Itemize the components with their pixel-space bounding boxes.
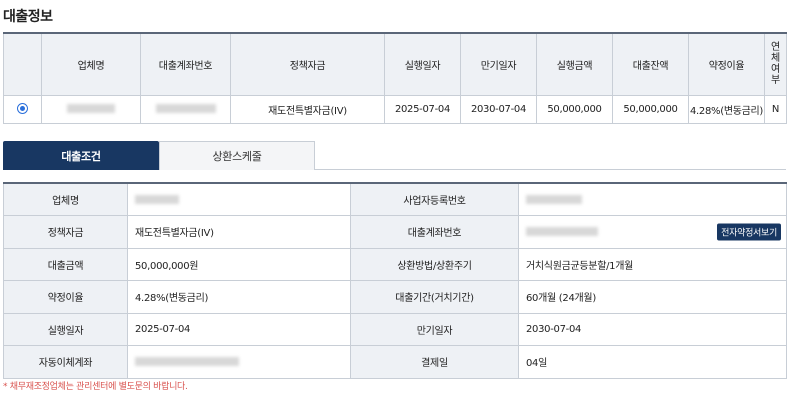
overdue-cell: N xyxy=(764,94,787,124)
biz-no-value xyxy=(518,182,787,216)
masked-biz-no xyxy=(526,194,582,204)
amount-label: 대출금액 xyxy=(3,247,128,281)
exec-amount-cell: 50,000,000 xyxy=(536,94,613,124)
masked-auto-account xyxy=(135,356,239,366)
header-rate: 약정이율 xyxy=(688,32,765,96)
pay-day-label: 결제일 xyxy=(350,345,519,379)
select-cell[interactable] xyxy=(3,94,42,124)
auto-account-value xyxy=(127,345,351,379)
amount-value: 50,000,000원 xyxy=(127,247,351,281)
balance-cell: 50,000,000 xyxy=(612,94,689,124)
detail-row: 업체명 사업자등록번호 xyxy=(3,182,787,216)
rate-cell: 4.28%(변동금리) xyxy=(688,94,765,124)
loan-info-table: 업체명 대출계좌번호 정책자금 실행일자 만기일자 실행금액 대출잔액 약정이율… xyxy=(3,32,787,124)
notice-text: * 채무재조정업체는 관리센터에 별도문의 바랍니다. xyxy=(3,382,188,392)
header-overdue: 연체여부 xyxy=(764,32,787,96)
pay-day-value: 04일 xyxy=(518,345,787,379)
header-company: 업체명 xyxy=(41,32,141,96)
header-exec-amount: 실행금액 xyxy=(536,32,613,96)
maturity-label: 만기일자 xyxy=(350,312,519,346)
header-balance: 대출잔액 xyxy=(612,32,689,96)
detail-row: 자동이체계좌 결제일 04일 xyxy=(3,345,787,379)
loan-select-radio[interactable] xyxy=(17,103,28,115)
detail-row: 실행일자 2025-07-04 만기일자 2030-07-04 xyxy=(3,312,787,346)
period-value: 60개월 (24개월) xyxy=(518,280,787,314)
loan-table-header-row: 업체명 대출계좌번호 정책자금 실행일자 만기일자 실행금액 대출잔액 약정이율… xyxy=(3,32,787,96)
company-label: 업체명 xyxy=(3,182,128,216)
auto-account-label: 자동이체계좌 xyxy=(3,345,128,379)
section-title: 대출정보 xyxy=(3,9,53,25)
policy-fund-cell: 재도전특별자금(IV) xyxy=(230,94,385,124)
exec-date-label: 실행일자 xyxy=(3,312,128,346)
detail-tabs: 대출조건 상환스케줄 xyxy=(3,141,786,170)
masked-company xyxy=(67,104,115,113)
detail-row: 약정이율 4.28%(변동금리) 대출기간(거치기간) 60개월 (24개월) xyxy=(3,280,787,314)
policy-fund-value: 재도전특별자금(IV) xyxy=(127,215,351,249)
period-label: 대출기간(거치기간) xyxy=(350,280,519,314)
header-exec-date: 실행일자 xyxy=(384,32,461,96)
account-label: 대출계좌번호 xyxy=(350,215,519,249)
header-policy-fund: 정책자금 xyxy=(230,32,385,96)
exec-date-value: 2025-07-04 xyxy=(127,312,351,346)
table-row[interactable]: 재도전특별자금(IV) 2025-07-04 2030-07-04 50,000… xyxy=(3,94,787,124)
header-maturity-date: 만기일자 xyxy=(460,32,537,96)
masked-account xyxy=(155,104,216,113)
masked-company-name xyxy=(135,194,179,204)
policy-fund-label: 정책자금 xyxy=(3,215,128,249)
maturity-date-cell: 2030-07-04 xyxy=(460,94,537,124)
rate-label: 약정이율 xyxy=(3,280,128,314)
loan-conditions-table: 업체명 사업자등록번호 정책자금 재도전특별자금(IV) 대출계좌번호 전자약정… xyxy=(3,182,787,379)
maturity-value: 2030-07-04 xyxy=(518,312,787,346)
biz-no-label: 사업자등록번호 xyxy=(350,182,519,216)
company-cell xyxy=(41,94,141,124)
exec-date-cell: 2025-07-04 xyxy=(384,94,461,124)
account-value: 전자약정서보기 xyxy=(518,215,787,249)
detail-row: 대출금액 50,000,000원 상환방법/상환주기 거치식원금균등분할/1개월 xyxy=(3,247,787,281)
tab-loan-conditions[interactable]: 대출조건 xyxy=(3,141,159,170)
header-select xyxy=(3,32,42,96)
tab-repayment-schedule[interactable]: 상환스케줄 xyxy=(159,141,315,170)
company-value xyxy=(127,182,351,216)
view-contract-button[interactable]: 전자약정서보기 xyxy=(717,223,781,241)
account-cell xyxy=(140,94,231,124)
masked-account-no xyxy=(526,226,598,236)
rate-value: 4.28%(변동금리) xyxy=(127,280,351,314)
header-account: 대출계좌번호 xyxy=(140,32,231,96)
detail-row: 정책자금 재도전특별자금(IV) 대출계좌번호 전자약정서보기 xyxy=(3,215,787,249)
repay-value: 거치식원금균등분할/1개월 xyxy=(518,247,787,281)
repay-label: 상환방법/상환주기 xyxy=(350,247,519,281)
